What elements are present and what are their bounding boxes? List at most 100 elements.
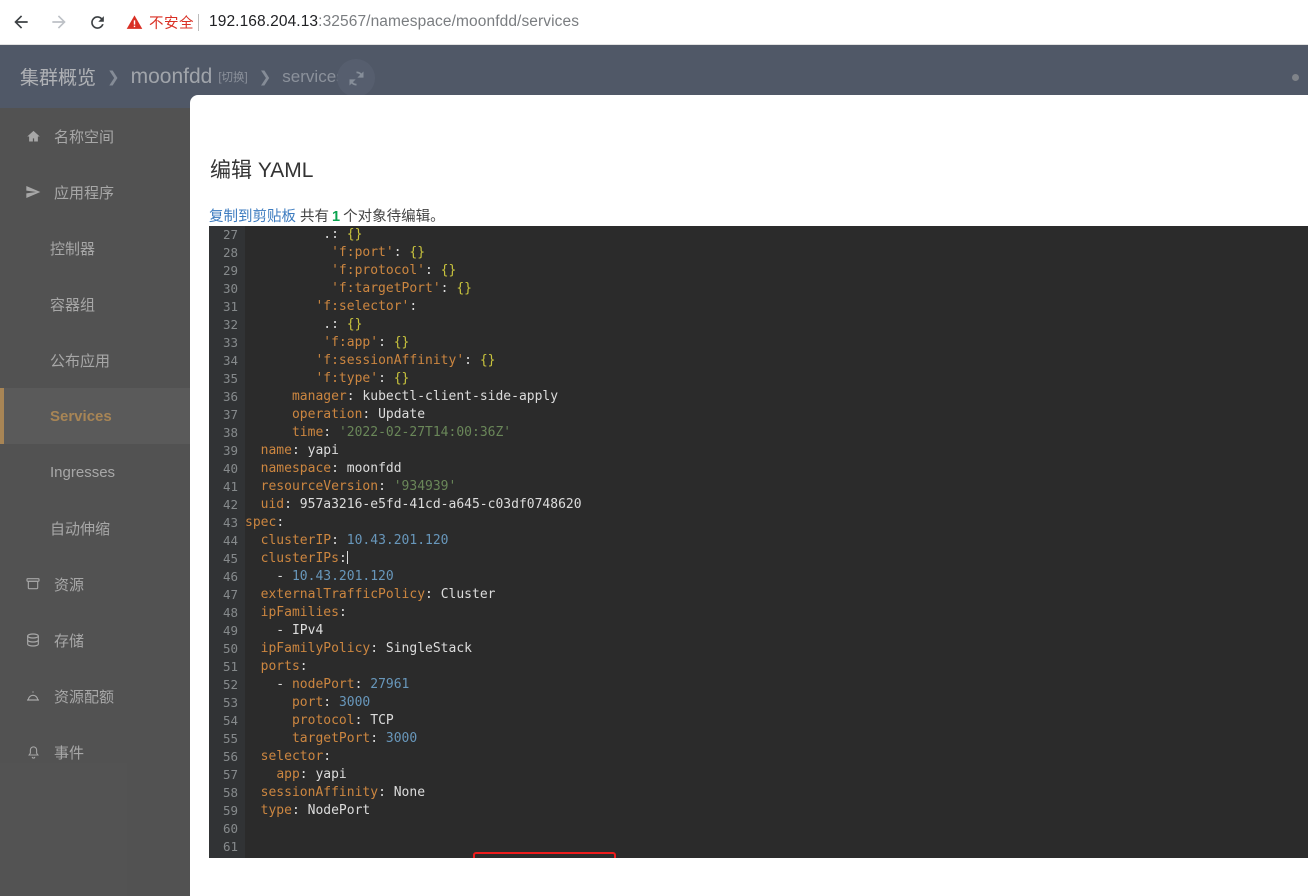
line-number: 58 xyxy=(222,785,238,800)
code-line: clusterIP: 10.43.201.120 xyxy=(260,533,449,548)
refresh-icon xyxy=(349,71,363,85)
edit-yaml-modal: 编辑 YAML 复制到剪贴板 共有 1 个对象待编辑。 27 28 29 30 31 32 33… xyxy=(190,95,1308,896)
sidebar-item-publish-app[interactable]: 公布应用 xyxy=(0,332,190,388)
code-line: time: '2022-02-27T14:00:36Z' xyxy=(291,425,512,440)
bell-dome-icon xyxy=(22,688,44,704)
line-number: 45 xyxy=(222,551,238,566)
code-line: app: yapi xyxy=(276,767,347,782)
editor-line-number-gutter: 27 28 29 30 31 32 33 34 35 36 37 38 39 40 41 42 43 44 45 46… xyxy=(209,226,245,858)
line-number: 41 xyxy=(222,479,238,494)
sidebar-item-resource-quota[interactable]: 资源配额 xyxy=(0,668,190,724)
line-number: 36 xyxy=(222,389,238,404)
line-number: 48 xyxy=(222,605,238,620)
url-host: 192.168.204.13 xyxy=(209,13,319,30)
breadcrumb-switch-link[interactable]: [切换] xyxy=(218,69,247,85)
line-number: 34 xyxy=(222,353,238,368)
code-line: namespace: moonfdd xyxy=(260,461,402,476)
line-number: 33 xyxy=(222,335,238,350)
sidebar-item-applications[interactable]: 应用程序 xyxy=(0,164,190,220)
line-number: 52 xyxy=(222,677,238,692)
sidebar-label: 名称空间 xyxy=(54,128,115,146)
code-line: .: {} xyxy=(245,317,363,332)
line-number: 32 xyxy=(222,317,238,332)
code-line: protocol: TCP xyxy=(291,713,394,728)
line-number: 39 xyxy=(222,443,238,458)
code-line: 'f:targetPort': {} xyxy=(331,281,472,296)
paper-plane-icon xyxy=(22,184,44,200)
line-number: 42 xyxy=(222,497,238,512)
code-line: name: yapi xyxy=(260,443,339,458)
line-number: 28 xyxy=(222,245,238,260)
site-security-indicator[interactable]: 不安全 xyxy=(126,12,194,33)
box-icon xyxy=(22,576,44,592)
reload-button[interactable] xyxy=(80,5,114,39)
text-cursor xyxy=(346,551,348,564)
line-number: 43 xyxy=(222,515,238,530)
code-line: selector: xyxy=(260,749,332,764)
sidebar-label: 容器组 xyxy=(50,296,96,314)
code-line: uid: 957a3216-e5fd-41cd-a645-c03df074862… xyxy=(260,497,582,512)
editor-code-area[interactable]: .: {} 'f:port': {} 'f:protocol': {} 'f:t… xyxy=(245,226,1308,858)
sidebar-item-controllers[interactable]: 控制器 xyxy=(0,220,190,276)
forward-button[interactable] xyxy=(42,5,76,39)
warning-triangle-icon xyxy=(126,14,143,29)
code-line: type: NodePort xyxy=(260,803,371,818)
line-number: 44 xyxy=(222,533,238,548)
home-icon xyxy=(22,129,44,144)
url-path: /namespace/moonfdd/services xyxy=(366,13,580,30)
line-number: 54 xyxy=(222,713,238,728)
sidebar-item-services[interactable]: Services xyxy=(0,388,190,444)
code-line: ipFamilyPolicy: SingleStack xyxy=(260,641,472,656)
yaml-code-editor[interactable]: 27 28 29 30 31 32 33 34 35 36 37 38 39 40 41 42 43 44 45 46… xyxy=(209,226,1308,858)
refresh-button[interactable] xyxy=(337,59,375,97)
back-button[interactable] xyxy=(4,5,38,39)
sidebar-item-storage[interactable]: 存储 xyxy=(0,612,190,668)
line-number: 50 xyxy=(222,641,238,656)
subline-before: 共有 xyxy=(300,209,330,225)
sidebar-item-autoscaling[interactable]: 自动伸缩 xyxy=(0,500,190,556)
code-line: port: 3000 xyxy=(291,695,371,710)
line-number: 29 xyxy=(222,263,238,278)
sidebar-item-ingresses[interactable]: Ingresses xyxy=(0,444,190,500)
sidebar-item-events[interactable]: 事件 xyxy=(0,724,190,780)
code-line: externalTrafficPolicy: Cluster xyxy=(260,587,496,602)
code-line: .: {} xyxy=(245,227,363,242)
code-line: 'f:sessionAffinity': {} xyxy=(315,353,496,368)
address-bar[interactable]: 192.168.204.13:32567/namespace/moonfdd/s… xyxy=(209,13,579,31)
code-line: manager: kubectl-client-side-apply xyxy=(291,389,559,404)
code-line: sessionAffinity: None xyxy=(260,785,426,800)
breadcrumb-cluster[interactable]: 集群概览 xyxy=(20,63,96,90)
sidebar-label: 控制器 xyxy=(50,240,96,258)
line-number: 57 xyxy=(222,767,238,782)
line-number: 40 xyxy=(222,461,238,476)
sidebar-label: 资源配额 xyxy=(54,688,115,706)
sidebar-item-namespaces[interactable]: 名称空间 xyxy=(0,108,190,164)
line-number: 30 xyxy=(222,281,238,296)
line-number: 47 xyxy=(222,587,238,602)
line-number: 61 xyxy=(222,839,238,854)
line-number: 38 xyxy=(222,425,238,440)
breadcrumb-namespace[interactable]: moonfdd xyxy=(131,65,213,89)
chevron-right-icon: ❯ xyxy=(107,68,120,86)
object-count: 1 xyxy=(332,209,341,225)
arrow-right-icon xyxy=(52,15,66,29)
line-number: 59 xyxy=(222,803,238,818)
bell-icon xyxy=(22,745,44,760)
sidebar-label: Services xyxy=(50,407,112,425)
copy-to-clipboard-link[interactable]: 复制到剪贴板 xyxy=(209,209,296,225)
code-line: - IPv4 xyxy=(245,623,324,638)
line-number: 27 xyxy=(222,227,238,242)
sidebar-item-resources[interactable]: 资源 xyxy=(0,556,190,612)
app-viewport: 集群概览 ❯ moonfdd [切换] ❯ services 名称空间 应用程序… xyxy=(0,45,1308,896)
code-line: spec: xyxy=(245,515,285,530)
sidebar-label: 自动伸缩 xyxy=(50,520,111,538)
modal-title: 编辑 YAML xyxy=(210,159,314,182)
database-icon xyxy=(22,632,44,648)
sidebar-item-pods[interactable]: 容器组 xyxy=(0,276,190,332)
chevron-right-icon-2: ❯ xyxy=(258,68,272,86)
sidebar-label: Ingresses xyxy=(50,463,116,481)
user-avatar[interactable] xyxy=(1292,74,1299,81)
url-divider xyxy=(198,13,199,31)
line-number: 56 xyxy=(222,749,238,764)
